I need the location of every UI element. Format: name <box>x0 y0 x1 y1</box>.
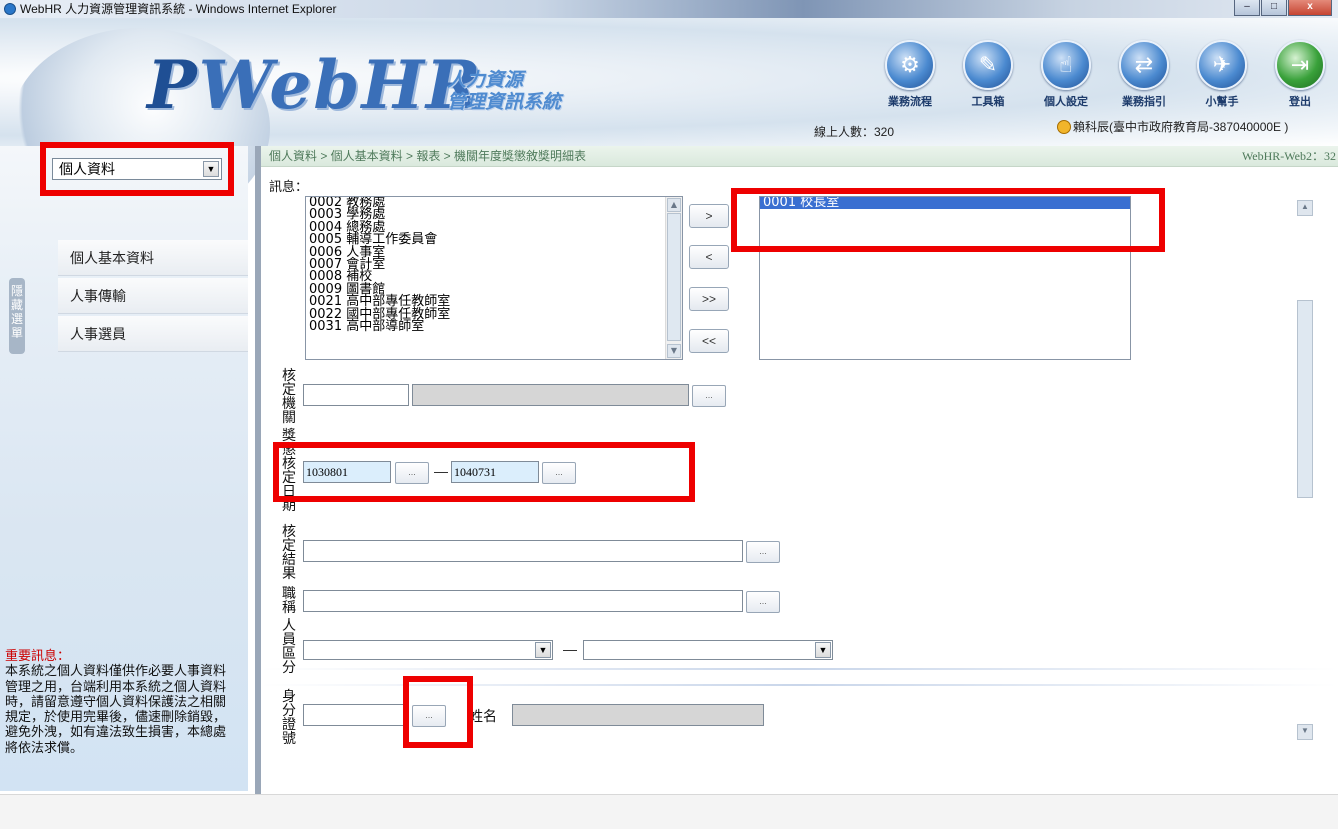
scroll-up-icon[interactable]: ▲ <box>667 198 681 212</box>
agency-label: 核定機關 <box>282 367 296 425</box>
minimize-button[interactable]: – <box>1234 0 1260 16</box>
user-avatar-icon <box>1057 120 1071 134</box>
list-item[interactable]: 0031 高中部導師室 <box>306 320 682 333</box>
chevron-down-icon: ▼ <box>535 642 551 658</box>
category-from-select[interactable]: ▼ <box>303 640 553 660</box>
highlight-box <box>273 442 695 502</box>
close-window-button[interactable]: x <box>1288 0 1332 16</box>
name-label: 姓名 <box>469 708 497 724</box>
toolbar-logout-button[interactable]: ⇥ 登出 <box>1268 40 1332 109</box>
job-title-picker-button[interactable]: ... <box>746 591 780 613</box>
main-content: 個人資料 > 個人基本資料 > 報表 > 機關年度獎懲敘獎明細表 WebHR-W… <box>255 146 1338 794</box>
agency-picker-button[interactable]: ... <box>692 385 726 407</box>
browser-status-bar <box>0 794 1338 829</box>
toolbar-helper-button[interactable]: ✈ 小幫手 <box>1190 40 1254 109</box>
logout-icon: ⇥ <box>1275 40 1325 90</box>
window-title: WebHR 人力資源管理資訊系統 - Windows Internet Expl… <box>20 2 337 16</box>
hide-menu-tab[interactable]: 隱藏選單 <box>9 278 25 354</box>
scroll-up-icon[interactable]: ▲ <box>1297 200 1313 216</box>
scroll-down-icon[interactable]: ▼ <box>1297 724 1313 740</box>
ie-icon <box>4 3 16 15</box>
flowchart-icon: ⚙ <box>885 40 935 90</box>
app-header: PWebHR 人力資源 管理資訊系統 ⚙ 業務流程 ✎ 工具箱 ☝ 個人設定 ⇄… <box>0 18 1338 228</box>
scroll-down-icon[interactable]: ▼ <box>667 344 681 358</box>
breadcrumb: 個人資料 > 個人基本資料 > 報表 > 機關年度獎懲敘獎明細表 WebHR-W… <box>261 146 1338 167</box>
sidebar-menu: 個人基本資料 人事傳輸 人事選員 <box>58 240 248 354</box>
highlight-box <box>40 142 234 196</box>
window-titlebar: WebHR 人力資源管理資訊系統 - Windows Internet Expl… <box>0 0 1338 18</box>
important-notice: 重要訊息： 本系統之個人資料僅供作必要人事資料管理之用，台端利用本系統之個人資料… <box>5 648 235 755</box>
job-title-input[interactable] <box>303 590 743 612</box>
helper-icon: ✈ <box>1197 40 1247 90</box>
available-units-list[interactable]: 0002 教務處 0003 學務處 0004 總務處 0005 輔導工作委員會 … <box>305 196 683 360</box>
highlight-box <box>731 188 1165 252</box>
move-all-left-button[interactable]: << <box>689 329 729 353</box>
toolbar-toolbox-button[interactable]: ✎ 工具箱 <box>956 40 1020 109</box>
notice-body: 本系統之個人資料僅供作必要人事資料管理之用，台端利用本系統之個人資料時，請留意遵… <box>5 663 227 755</box>
sidebar-item-personnel-selection[interactable]: 人事選員 <box>58 316 248 352</box>
result-label: 核定結果 <box>282 523 296 581</box>
server-label: WebHR-Web2：32 <box>1241 149 1336 163</box>
toolbar-guide-button[interactable]: ⇄ 業務指引 <box>1112 40 1176 109</box>
id-number-label: 身分證號 <box>282 688 296 746</box>
move-all-right-button[interactable]: >> <box>689 287 729 311</box>
category-to-select[interactable]: ▼ <box>583 640 833 660</box>
page-scrollbar[interactable]: ▲ ▼ <box>1295 196 1317 740</box>
chevron-down-icon: ▼ <box>815 642 831 658</box>
toolbar-personal-settings-button[interactable]: ☝ 個人設定 <box>1034 40 1098 109</box>
available-list-scrollbar[interactable]: ▲ ▼ <box>665 197 682 359</box>
sidebar-item-personnel-transfer[interactable]: 人事傳輸 <box>58 278 248 314</box>
personal-settings-icon: ☝ <box>1041 40 1091 90</box>
agency-code-input[interactable] <box>303 384 409 406</box>
toolbar-workflow-button[interactable]: ⚙ 業務流程 <box>878 40 942 109</box>
result-picker-button[interactable]: ... <box>746 541 780 563</box>
move-left-button[interactable]: < <box>689 245 729 269</box>
decorative-line <box>261 668 1338 670</box>
breadcrumb-text: 個人資料 > 個人基本資料 > 報表 > 機關年度獎懲敘獎明細表 <box>269 149 587 163</box>
result-input[interactable] <box>303 540 743 562</box>
agency-name-input[interactable] <box>412 384 689 406</box>
scroll-thumb[interactable] <box>667 213 681 341</box>
name-input[interactable] <box>512 704 764 726</box>
maximize-button[interactable]: □ <box>1261 0 1287 16</box>
sidebar: 個人資料 ▼ 隱藏選單 個人基本資料 人事傳輸 人事選員 重要訊息： 本系統之個… <box>0 142 248 791</box>
move-right-button[interactable]: > <box>689 204 729 228</box>
app-logo: PWebHR <box>147 46 483 124</box>
scroll-thumb[interactable] <box>1297 300 1313 498</box>
category-label: 人員區分 <box>282 617 296 675</box>
toolbox-icon: ✎ <box>963 40 1013 90</box>
id-number-input[interactable] <box>303 704 409 726</box>
notice-title: 重要訊息： <box>5 648 71 663</box>
app-logo-subtitle: 人力資源 管理資訊系統 <box>447 70 562 113</box>
guide-icon: ⇄ <box>1119 40 1169 90</box>
sidebar-item-personal-basic-data[interactable]: 個人基本資料 <box>58 240 248 276</box>
highlight-box <box>403 676 473 748</box>
category-range-dash: — <box>563 641 577 657</box>
current-user: 賴科辰(臺中市政府教育局-387040000E ) <box>1057 118 1288 135</box>
header-toolbar: ⚙ 業務流程 ✎ 工具箱 ☝ 個人設定 ⇄ 業務指引 ✈ 小幫手 ⇥ 登出 <box>878 40 1332 109</box>
online-users-count: 線上人數：320 <box>814 125 895 139</box>
message-label: 訊息： <box>269 179 309 194</box>
job-title-label: 職稱 <box>282 585 296 615</box>
